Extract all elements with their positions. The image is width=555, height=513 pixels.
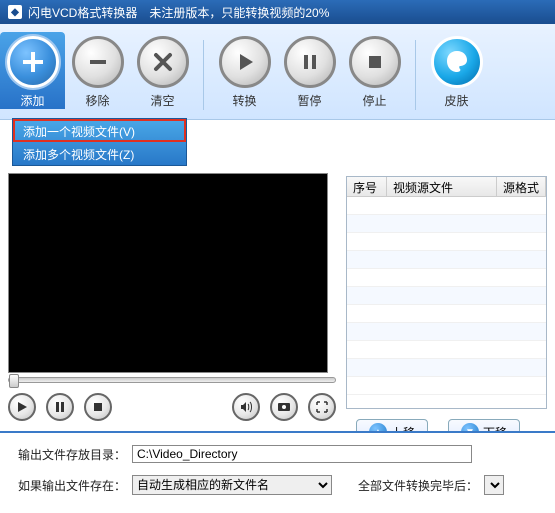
app-icon: ◆ xyxy=(8,5,22,19)
add-many-label: 添加多个视频文件(Z) xyxy=(23,148,134,162)
seek-slider[interactable] xyxy=(8,377,336,383)
player-play-button[interactable] xyxy=(8,393,36,421)
remove-button[interactable]: 移除 xyxy=(65,32,130,109)
pause-icon xyxy=(54,401,66,413)
after-done-select[interactable] xyxy=(484,475,504,495)
pause-label: 暂停 xyxy=(297,92,321,109)
camera-icon xyxy=(277,400,291,414)
toolbar-separator xyxy=(203,40,204,110)
after-done-label: 全部文件转换完毕后： xyxy=(358,477,478,494)
clear-button[interactable]: 清空 xyxy=(130,32,195,109)
player-controls xyxy=(8,393,336,421)
col-format[interactable]: 源格式 xyxy=(497,177,546,196)
table-row[interactable] xyxy=(347,287,546,305)
volume-button[interactable] xyxy=(232,393,260,421)
table-row[interactable] xyxy=(347,197,546,215)
table-row[interactable] xyxy=(347,359,546,377)
skin-label: 皮肤 xyxy=(444,92,468,109)
titlebar: ◆ 闪电VCD格式转换器 未注册版本，只能转换视频的20% xyxy=(0,0,555,24)
main-toolbar: 添加 移除 清空 转换 暂停 停止 皮肤 xyxy=(0,24,555,120)
table-row[interactable] xyxy=(347,341,546,359)
convert-button[interactable]: 转换 xyxy=(212,32,277,109)
version-note: 未注册版本，只能转换视频的20% xyxy=(149,4,329,21)
col-index[interactable]: 序号 xyxy=(347,177,387,196)
add-dropdown-menu: 添加一个视频文件(V) 添加多个视频文件(Z) xyxy=(12,118,187,166)
table-row[interactable] xyxy=(347,251,546,269)
video-preview xyxy=(8,173,328,373)
table-row[interactable] xyxy=(347,215,546,233)
table-row[interactable] xyxy=(347,377,546,395)
output-name-select[interactable]: 自动生成相应的新文件名 xyxy=(132,475,332,495)
seek-thumb[interactable] xyxy=(9,374,19,388)
minus-icon xyxy=(72,36,124,88)
table-row[interactable] xyxy=(347,233,546,251)
snapshot-button[interactable] xyxy=(270,393,298,421)
output-dir-label: 输出文件存放目录： xyxy=(18,446,126,463)
file-list-panel: 序号 视频源文件 源格式 ▲ 上移 xyxy=(346,176,547,470)
output-name-row: 如果输出文件存在： 自动生成相应的新文件名 全部文件转换完毕后： xyxy=(18,475,537,495)
output-settings: 输出文件存放目录： 如果输出文件存在： 自动生成相应的新文件名 全部文件转换完毕… xyxy=(0,431,555,513)
output-dir-input[interactable] xyxy=(132,445,472,463)
toolbar-separator-2 xyxy=(415,40,416,110)
remove-label: 移除 xyxy=(85,92,109,109)
output-dir-row: 输出文件存放目录： xyxy=(18,445,537,463)
col-source[interactable]: 视频源文件 xyxy=(387,177,497,196)
x-icon xyxy=(137,36,189,88)
seek-bar-row xyxy=(8,377,336,383)
skin-button[interactable]: 皮肤 xyxy=(424,32,489,109)
convert-label: 转换 xyxy=(232,92,256,109)
player-pause-button[interactable] xyxy=(46,393,74,421)
clear-label: 清空 xyxy=(150,92,174,109)
table-header: 序号 视频源文件 源格式 xyxy=(347,177,546,197)
stop-button[interactable]: 停止 xyxy=(342,32,407,109)
play-icon xyxy=(219,36,271,88)
app-title: 闪电VCD格式转换器 xyxy=(28,4,137,21)
table-row[interactable] xyxy=(347,323,546,341)
pause-button[interactable]: 暂停 xyxy=(277,32,342,109)
preview-panel xyxy=(8,176,336,470)
add-one-file-item[interactable]: 添加一个视频文件(V) xyxy=(13,119,186,142)
volume-icon xyxy=(239,400,253,414)
expand-icon xyxy=(316,401,328,413)
add-button[interactable]: 添加 xyxy=(0,32,65,109)
file-table: 序号 视频源文件 源格式 xyxy=(346,176,547,409)
add-one-label: 添加一个视频文件(V) xyxy=(23,125,135,139)
pause-icon xyxy=(284,36,336,88)
add-many-files-item[interactable]: 添加多个视频文件(Z) xyxy=(13,142,186,165)
skin-icon xyxy=(431,36,483,88)
output-name-label: 如果输出文件存在： xyxy=(18,477,126,494)
table-row[interactable] xyxy=(347,269,546,287)
player-stop-button[interactable] xyxy=(84,393,112,421)
table-body xyxy=(347,197,546,408)
fullscreen-button[interactable] xyxy=(308,393,336,421)
stop-label: 停止 xyxy=(362,92,386,109)
stop-icon xyxy=(349,36,401,88)
add-label: 添加 xyxy=(20,92,44,109)
play-icon xyxy=(16,401,28,413)
plus-icon xyxy=(7,36,59,88)
stop-icon xyxy=(92,401,104,413)
table-row[interactable] xyxy=(347,305,546,323)
